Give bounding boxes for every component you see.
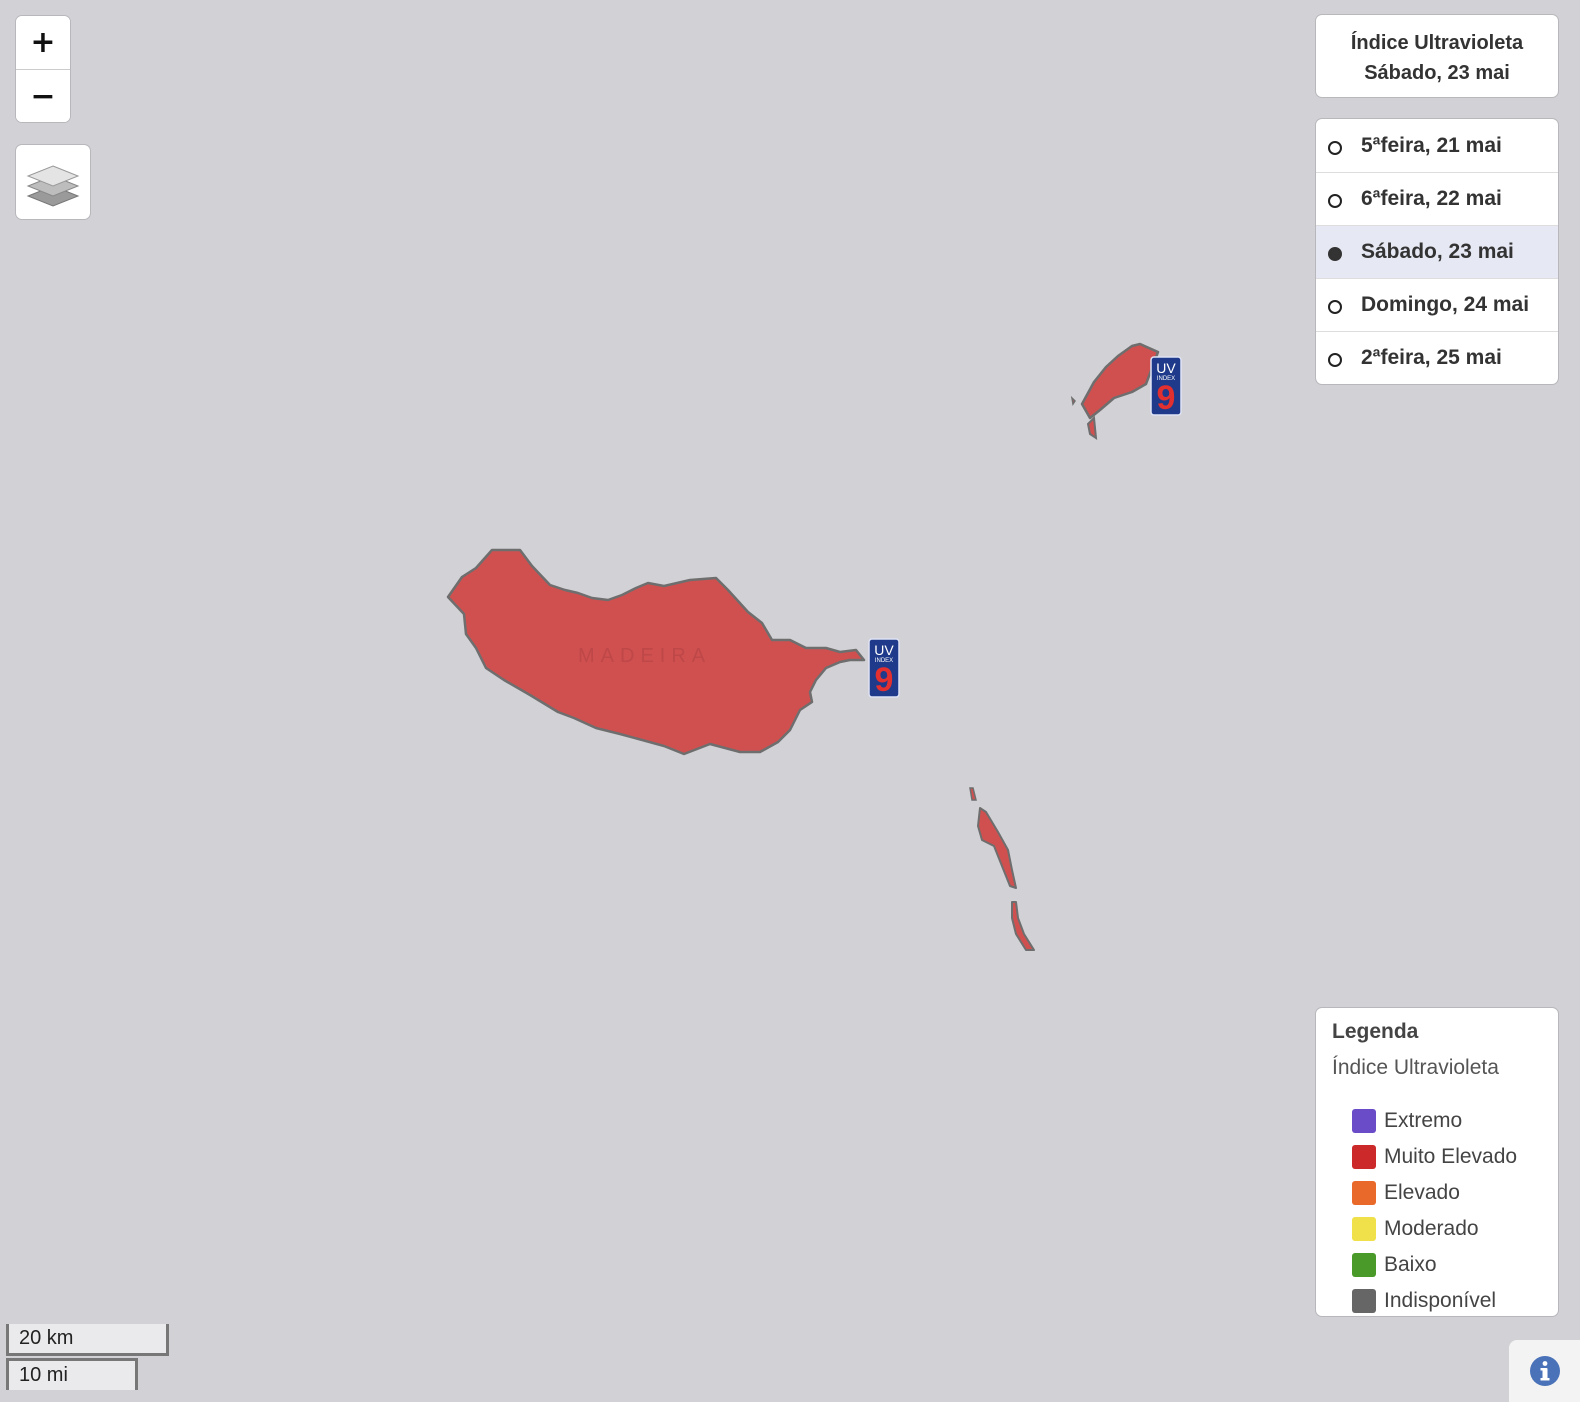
date-option-3[interactable]: Domingo, 24 mai (1316, 278, 1558, 331)
place-label-madeira: MADEIRA (578, 645, 712, 667)
legend-label: Muito Elevado (1384, 1145, 1518, 1168)
date-option-label: 6ªfeira, 22 mai (1361, 187, 1502, 210)
info-icon (1529, 1356, 1560, 1386)
legend-swatch (1352, 1289, 1376, 1313)
date-option-label: Sábado, 23 mai (1361, 240, 1514, 263)
uv-marker-value: 9 (875, 661, 894, 698)
legend-item: Baixo (1352, 1247, 1542, 1283)
date-option-4[interactable]: 2ªfeira, 25 mai (1316, 331, 1558, 384)
scale-km: 20 km (6, 1324, 169, 1356)
scale-bar: 20 km 10 mi (6, 1324, 169, 1390)
uv-marker-value: 9 (1157, 379, 1176, 416)
legend-item: Muito Elevado (1352, 1139, 1542, 1175)
uv-index-marker-porto-santo[interactable]: UV INDEX 9 (1150, 356, 1182, 416)
radio-icon[interactable] (1328, 353, 1342, 367)
islet-porto-santo-south[interactable] (1086, 415, 1098, 441)
island-porto-santo[interactable] (1080, 342, 1160, 420)
legend-label: Baixo (1384, 1253, 1437, 1276)
legend-label: Indisponível (1384, 1289, 1497, 1312)
zoom-in-button[interactable]: + (16, 16, 70, 69)
date-option-label: 2ªfeira, 25 mai (1361, 346, 1502, 369)
date-option-1[interactable]: 6ªfeira, 22 mai (1316, 172, 1558, 225)
date-selector: 5ªfeira, 21 mai 6ªfeira, 22 mai Sábado, … (1316, 119, 1558, 384)
island-deserta-grande[interactable] (977, 807, 1017, 889)
legend-swatch (1352, 1109, 1376, 1133)
date-option-label: Domingo, 24 mai (1361, 293, 1530, 316)
legend-list: Extremo Muito Elevado Elevado Moderado B… (1332, 1103, 1542, 1319)
islet-porto-santo-west[interactable] (1070, 395, 1076, 406)
uv-marker-label: UV (1156, 360, 1176, 376)
zoom-out-button[interactable]: − (16, 69, 70, 122)
layers-button[interactable] (16, 145, 90, 219)
legend-label: Elevado (1384, 1181, 1460, 1204)
legend-swatch (1352, 1145, 1376, 1169)
radio-selected-icon[interactable] (1328, 247, 1342, 261)
legend-item: Indisponível (1352, 1283, 1542, 1319)
legend-label: Extremo (1384, 1109, 1463, 1132)
info-button[interactable] (1509, 1340, 1580, 1402)
island-bugio[interactable] (1011, 901, 1035, 951)
date-option-label: 5ªfeira, 21 mai (1361, 133, 1502, 157)
radio-icon[interactable] (1328, 300, 1342, 314)
legend-item: Moderado (1352, 1211, 1542, 1247)
layers-icon (26, 165, 80, 207)
date-option-2[interactable]: Sábado, 23 mai (1316, 225, 1558, 278)
legend-item: Extremo (1352, 1103, 1542, 1139)
radio-icon[interactable] (1328, 140, 1342, 155)
uv-title-panel: Índice Ultravioleta Sábado, 23 mai (1316, 15, 1558, 97)
legend-item: Elevado (1352, 1175, 1542, 1211)
legend-title: Legenda (1332, 1020, 1419, 1043)
legend-panel: Legenda Índice Ultravioleta Extremo Muit… (1316, 1008, 1558, 1316)
islet-deserta-north[interactable] (969, 787, 977, 801)
legend-subtitle: Índice Ultravioleta (1332, 1056, 1499, 1079)
legend-swatch (1352, 1181, 1376, 1205)
scale-mi: 10 mi (6, 1358, 138, 1390)
legend-label: Moderado (1384, 1217, 1479, 1240)
date-option-0[interactable]: 5ªfeira, 21 mai (1316, 119, 1558, 172)
uv-marker-label: UV (874, 642, 894, 658)
uv-index-marker-madeira[interactable]: UV INDEX 9 (868, 638, 900, 698)
legend-swatch (1352, 1217, 1376, 1241)
zoom-control: + − (16, 16, 70, 122)
radio-icon[interactable] (1328, 194, 1342, 208)
panel-title: Índice Ultravioleta (1350, 32, 1524, 54)
legend-swatch (1352, 1253, 1376, 1277)
panel-date: Sábado, 23 mai (1364, 62, 1510, 84)
